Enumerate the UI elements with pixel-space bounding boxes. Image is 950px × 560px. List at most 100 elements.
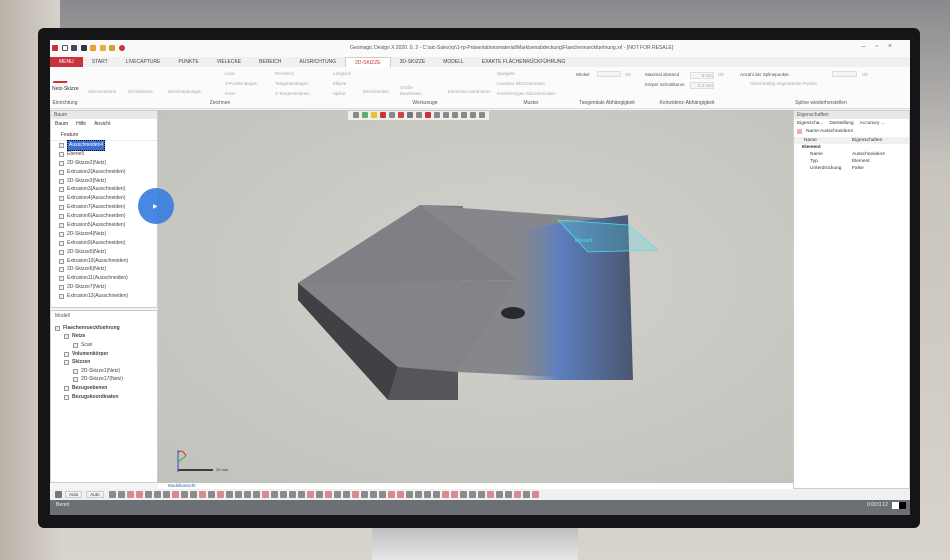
- elemente-extrahieren-button[interactable]: Elemente extrahieren: [448, 89, 491, 94]
- toolbar-tool-icon[interactable]: [324, 491, 332, 498]
- beschraenkungen-button[interactable]: Beschränkungen: [168, 89, 202, 94]
- toolbar-tool-icon[interactable]: [189, 491, 197, 498]
- feature-item[interactable]: 2D-Skizze4(Netz): [51, 230, 157, 239]
- model-tree-item[interactable]: Volumenkörper: [51, 350, 157, 359]
- toolbar-tool-icon[interactable]: [306, 491, 314, 498]
- save-icon[interactable]: [71, 45, 78, 51]
- model-tree-item[interactable]: Scan: [51, 341, 157, 350]
- import-icon[interactable]: [109, 45, 116, 51]
- spline-punkte-input[interactable]: [832, 71, 857, 77]
- toolbar-tool-icon[interactable]: [405, 491, 413, 498]
- feature-item[interactable]: 2D-Skizze2(Netz): [51, 159, 157, 168]
- skizzenebene-button[interactable]: Skizzenebene: [88, 89, 116, 94]
- toolbar-tool-icon[interactable]: [261, 491, 269, 498]
- toolbar-tool-icon[interactable]: [315, 491, 323, 498]
- toolbar-tool-icon[interactable]: [423, 491, 431, 498]
- toolbar-tool-icon[interactable]: [117, 491, 125, 498]
- property-row[interactable]: Unterdrückung False: [794, 165, 909, 172]
- tab-hilfe[interactable]: Hilfe: [76, 121, 86, 128]
- toolbar-tool-icon[interactable]: [288, 491, 296, 498]
- tab-ansicht[interactable]: Ansicht: [94, 121, 110, 128]
- groesse-button[interactable]: Größe: [400, 85, 413, 90]
- gleichmaessig-checkbox[interactable]: Gleichmäßig angeordnete Punkte: [750, 81, 817, 86]
- toolbar-tool-icon[interactable]: [495, 491, 503, 498]
- model-tree-item[interactable]: Flaechenrueckfuehrung: [51, 324, 157, 333]
- toolbar-tool-icon[interactable]: [216, 491, 224, 498]
- toolbar-tool-icon[interactable]: [162, 491, 170, 498]
- undo-icon[interactable]: [118, 45, 125, 51]
- max-abstand-input[interactable]: 5 mm: [690, 72, 714, 79]
- maximize-button[interactable]: ▫: [875, 43, 887, 50]
- toolbar-tool-icon[interactable]: [432, 491, 440, 498]
- toolbar-tool-icon[interactable]: [252, 491, 260, 498]
- model-tree-item[interactable]: Bezugsebenen: [51, 384, 157, 393]
- ellipse-button[interactable]: Ellipse: [333, 81, 346, 86]
- feature-item[interactable]: Extrusion10(Ausschneiden): [51, 257, 157, 266]
- toolbar-tool-icon[interactable]: [369, 491, 377, 498]
- toolbar-tool-icon[interactable]: [378, 491, 386, 498]
- feature-item[interactable]: 2D-Skizze7(Netz): [51, 283, 157, 292]
- schnittkurve-input[interactable]: 0.2 mm: [690, 82, 714, 89]
- feature-item[interactable]: Extrusion5(Ausschneiden): [51, 221, 157, 230]
- filter-select-1[interactable]: Auto: [65, 491, 83, 498]
- toolbar-tool-icon[interactable]: [180, 491, 188, 498]
- toolbar-tool-icon[interactable]: [207, 491, 215, 498]
- model-tree-item[interactable]: Netze: [51, 333, 157, 342]
- linie-button[interactable]: Linie: [225, 71, 235, 76]
- new-icon[interactable]: [61, 45, 68, 51]
- toolbar-tool-icon[interactable]: [351, 491, 359, 498]
- toolbar-tool-icon[interactable]: [225, 491, 233, 498]
- toolbar-tool-icon[interactable]: [504, 491, 512, 498]
- toolbar-tool-icon[interactable]: [387, 491, 395, 498]
- model-tree-item[interactable]: Skizzen: [51, 358, 157, 367]
- toolbar-tool-icon[interactable]: [459, 491, 467, 498]
- lineares-skizzenmuster-button[interactable]: Lineares Skizzenmuster: [497, 81, 545, 86]
- spiegeln-button[interactable]: Spiegeln: [497, 71, 515, 76]
- feature-item[interactable]: Extrusion3(Ausschneiden): [51, 185, 157, 194]
- tab-menu[interactable]: MENU: [50, 57, 83, 67]
- tab-baum[interactable]: Baum: [55, 121, 68, 128]
- tab-ausrichtung[interactable]: AUSRICHTUNG: [290, 57, 345, 67]
- tab-livecapture[interactable]: LIVECAPTURE: [117, 57, 170, 67]
- kreis-button[interactable]: Kreis: [225, 91, 235, 96]
- toolbar-tool-icon[interactable]: [441, 491, 449, 498]
- netz-skizze-button[interactable]: Netz-Skizze: [52, 86, 79, 92]
- model-tree-item[interactable]: Bezugskoordinaten: [51, 393, 157, 402]
- tab-eigenschaften[interactable]: Eigenscha...: [797, 121, 823, 126]
- 3-tangentenkreis-button[interactable]: 3-Tangentenkreis: [275, 91, 310, 96]
- tab-darstellung[interactable]: Darstellung: [829, 121, 853, 126]
- property-row[interactable]: Name Ausschneiden4: [794, 151, 909, 158]
- toolbar-tool-icon[interactable]: [171, 491, 179, 498]
- toolbar-tool-icon[interactable]: [153, 491, 161, 498]
- toolbar-tool-icon[interactable]: [135, 491, 143, 498]
- toolbar-tool-icon[interactable]: [450, 491, 458, 498]
- toolbar-tool-icon[interactable]: [414, 491, 422, 498]
- schnittkurve-button[interactable]: Schnittkurve: [128, 89, 153, 94]
- tab-punkte[interactable]: PUNKTE: [169, 57, 207, 67]
- toolbar-tool-icon[interactable]: [108, 491, 116, 498]
- winkel-ok-button[interactable]: Ok: [625, 72, 631, 77]
- tab-exakte-flaechenrueckfuehrung[interactable]: EXAKTE FLÄCHENRÜCKFÜHRUNG: [473, 57, 575, 67]
- toolbar-tool-icon[interactable]: [243, 491, 251, 498]
- rechteck-button[interactable]: Rechteck: [275, 71, 294, 76]
- winkel-input[interactable]: [597, 71, 621, 77]
- model-tree-item[interactable]: 2D-Skizze1(Netz): [51, 367, 157, 376]
- feature-item[interactable]: 2D-Skizze3(Netz): [51, 177, 157, 186]
- toolbar-tool-icon[interactable]: [342, 491, 350, 498]
- beschneiden-button[interactable]: Beschneiden: [363, 89, 389, 94]
- toolbar-tool-icon[interactable]: [360, 491, 368, 498]
- open-icon[interactable]: [90, 45, 97, 51]
- select-mode-icon[interactable]: [55, 491, 62, 498]
- feature-item[interactable]: Extrusion9(Ausschneiden): [51, 239, 157, 248]
- toolbar-tool-icon[interactable]: [297, 491, 305, 498]
- feature-item[interactable]: Ausschneiden4: [51, 140, 157, 151]
- feature-item[interactable]: 2D-Skizze5(Netz): [51, 248, 157, 257]
- feature-item[interactable]: Extrusion2(Ausschneiden): [51, 168, 157, 177]
- close-button[interactable]: ×: [888, 43, 902, 50]
- kreisfoermiges-skizzenmuster-button[interactable]: Kreisförmiges Skizzenmuster: [497, 91, 555, 96]
- toolbar-tool-icon[interactable]: [486, 491, 494, 498]
- toolbar-tool-icon[interactable]: [126, 491, 134, 498]
- spline-button[interactable]: Spline: [333, 91, 346, 96]
- tangentenbogen-button[interactable]: Tangentenbogen: [275, 81, 309, 86]
- minimize-button[interactable]: –: [862, 43, 876, 50]
